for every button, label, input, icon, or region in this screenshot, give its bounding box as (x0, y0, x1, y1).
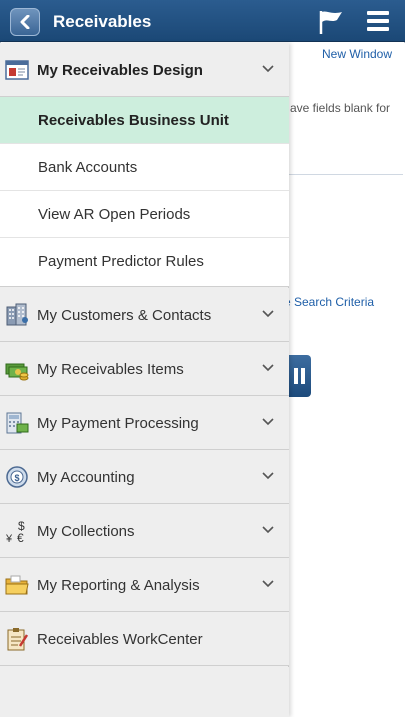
nav-group-accounting[interactable]: $ My Accounting (0, 450, 289, 504)
nav-group-label: My Payment Processing (37, 415, 199, 432)
chevron-down-icon (262, 580, 274, 588)
currency-symbols-icon: $ ¥ € (4, 518, 30, 545)
header-bar: Receivables (0, 0, 405, 42)
svg-text:€: € (17, 531, 24, 544)
page-title: Receivables (53, 12, 152, 31)
hamburger-menu-icon[interactable] (367, 11, 389, 33)
background-hint-text: ave fields blank for (290, 101, 391, 115)
svg-text:$: $ (14, 473, 19, 483)
nav-group-label: My Reporting & Analysis (37, 577, 200, 594)
flag-button[interactable] (318, 9, 344, 35)
nav-item-business-unit[interactable]: Receivables Business Unit (0, 97, 289, 144)
nav-item-workcenter[interactable]: Receivables WorkCenter (0, 612, 289, 666)
navigation-panel: My Receivables Design Receivables Busine… (0, 43, 289, 717)
chevron-down-icon (262, 526, 274, 534)
nav-group-label: Receivables WorkCenter (37, 631, 203, 648)
nav-item-predictor-rules[interactable]: Payment Predictor Rules (0, 238, 289, 287)
nav-group-label: My Collections (37, 523, 135, 540)
nav-group-label: My Receivables Design (37, 62, 203, 79)
nav-group-label: My Accounting (37, 469, 135, 486)
new-window-link[interactable]: New Window (322, 47, 392, 61)
chevron-down-icon (262, 310, 274, 318)
search-criteria-link[interactable]: e Search Criteria (284, 295, 374, 309)
nav-group-receivables-design[interactable]: My Receivables Design (0, 43, 289, 97)
pause-icon[interactable] (289, 355, 311, 397)
money-stack-icon (4, 356, 30, 382)
customers-building-icon (4, 302, 30, 328)
nav-group-receivables-items[interactable]: My Receivables Items (0, 342, 289, 396)
chevron-down-icon (262, 65, 274, 73)
nav-group-label: My Receivables Items (37, 361, 184, 378)
nav-group-reporting[interactable]: My Reporting & Analysis (0, 558, 289, 612)
nav-item-label: View AR Open Periods (38, 206, 191, 223)
chevron-down-icon (262, 364, 274, 372)
nav-group-label: My Customers & Contacts (37, 307, 212, 324)
folder-icon (4, 572, 30, 598)
back-button[interactable] (10, 8, 40, 36)
flag-icon (319, 11, 342, 34)
nav-item-open-periods[interactable]: View AR Open Periods (0, 191, 289, 238)
chevron-left-icon (20, 15, 30, 29)
nav-item-label: Bank Accounts (38, 159, 138, 176)
payment-calculator-icon (4, 410, 30, 436)
background-divider (289, 174, 403, 175)
nav-item-bank-accounts[interactable]: Bank Accounts (0, 144, 289, 191)
design-window-icon (4, 57, 30, 83)
svg-text:¥: ¥ (5, 533, 13, 544)
chevron-down-icon (262, 472, 274, 480)
nav-item-label: Payment Predictor Rules (38, 253, 204, 270)
nav-item-label: Receivables Business Unit (38, 112, 229, 129)
nav-group-payment-processing[interactable]: My Payment Processing (0, 396, 289, 450)
accounting-globe-icon: $ (4, 464, 30, 490)
workcenter-clipboard-icon (4, 626, 30, 652)
nav-group-collections[interactable]: $ ¥ € My Collections (0, 504, 289, 558)
nav-group-customers[interactable]: My Customers & Contacts (0, 288, 289, 342)
nav-footer-space (0, 667, 289, 717)
chevron-down-icon (262, 418, 274, 426)
